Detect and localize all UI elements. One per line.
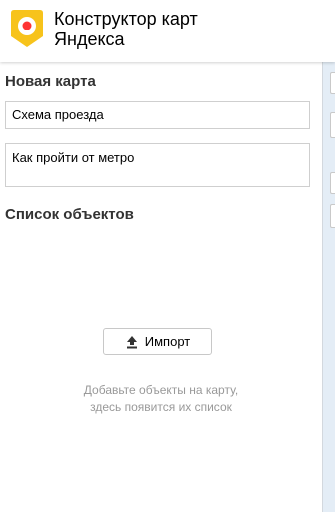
map-control-4[interactable] [330,204,335,228]
empty-hint-line-1: Добавьте объекты на карту, [83,383,239,397]
empty-hint-line-2: здесь появится их список [90,400,232,414]
brand-line-1: Конструктор карт [54,9,198,29]
map-name-input[interactable]: Схема проезда [5,101,310,129]
brand-line-2: Яндекса [54,29,125,49]
new-map-title: Новая карта [5,73,96,90]
map-control-2[interactable] [330,112,335,138]
map-editor-panel [0,62,322,512]
brand-title[interactable]: Конструктор карт Яндекса [54,9,198,49]
import-button-label: Импорт [144,334,191,349]
upload-icon [126,335,137,348]
map-pin-logo-icon[interactable] [11,10,43,47]
import-button[interactable]: Импорт [103,328,212,355]
empty-objects-hint: Добавьте объекты на карту, здесь появитс… [0,382,322,416]
map-control-3[interactable] [330,172,335,194]
map-control-1[interactable] [330,72,335,94]
app-header: Конструктор карт Яндекса [0,0,335,62]
objects-list-title: Список объектов [5,206,134,223]
map-description-input[interactable]: Как пройти от метро [5,143,310,187]
